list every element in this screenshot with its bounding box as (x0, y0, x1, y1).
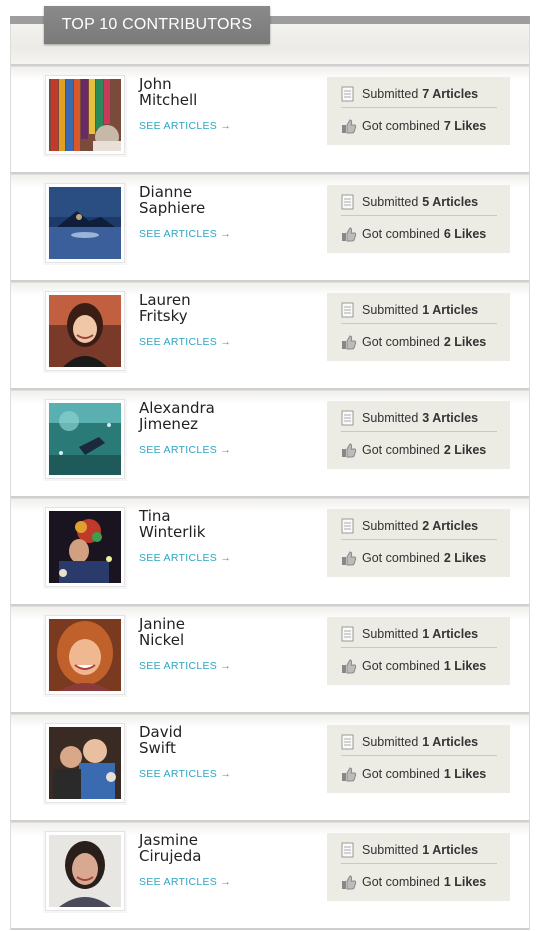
document-icon (341, 302, 357, 318)
contributors-panel: John Mitchell SEE ARTICLES → Submitted 7 … (10, 24, 530, 930)
articles-stat: Submitted 5 Articles (341, 189, 497, 216)
thumbs-up-icon (341, 658, 357, 674)
document-icon (341, 734, 357, 750)
document-icon (341, 518, 357, 534)
document-icon (341, 626, 357, 642)
avatar[interactable] (45, 291, 125, 371)
see-articles-link[interactable]: SEE ARTICLES → (139, 660, 231, 672)
document-icon (341, 410, 357, 426)
avatar[interactable] (45, 399, 125, 479)
contributor-name: Dianne Saphiere (139, 183, 206, 217)
see-articles-link[interactable]: SEE ARTICLES → (139, 768, 231, 780)
panel-bottom-border (11, 928, 529, 930)
thumbs-up-icon (341, 442, 357, 458)
articles-stat: Submitted 3 Articles (341, 405, 497, 432)
likes-stat: Got combined 6 Likes (341, 221, 497, 247)
articles-stat: Submitted 2 Articles (341, 513, 497, 540)
avatar[interactable] (45, 183, 125, 263)
contributor-stats: Submitted 1 Articles Got combined 1 Likes (327, 725, 510, 793)
contributor-stats: Submitted 2 Articles Got combined 2 Likes (327, 509, 510, 577)
thumbs-up-icon (341, 118, 357, 134)
contributor-row: David Swift SEE ARTICLES → Submitted 1 Ar… (11, 712, 529, 820)
likes-stat: Got combined 2 Likes (341, 545, 497, 571)
avatar[interactable] (45, 831, 125, 911)
contributor-row: Janine Nickel SEE ARTICLES → Submitted 1 … (11, 604, 529, 712)
articles-stat: Submitted 1 Articles (341, 837, 497, 864)
avatar[interactable] (45, 507, 125, 587)
likes-stat: Got combined 2 Likes (341, 329, 497, 355)
see-articles-link[interactable]: SEE ARTICLES → (139, 552, 231, 564)
thumbs-up-icon (341, 766, 357, 782)
contributor-row: Jasmine Cirujeda SEE ARTICLES → Submitte… (11, 820, 529, 928)
likes-stat: Got combined 1 Likes (341, 653, 497, 679)
articles-stat: Submitted 1 Articles (341, 621, 497, 648)
see-articles-link[interactable]: SEE ARTICLES → (139, 120, 231, 132)
contributor-stats: Submitted 7 Articles Got combined 7 Likes (327, 77, 510, 145)
see-articles-link[interactable]: SEE ARTICLES → (139, 876, 231, 888)
avatar[interactable] (45, 75, 125, 155)
document-icon (341, 86, 357, 102)
avatar[interactable] (45, 615, 125, 695)
contributor-name: Janine Nickel (139, 615, 186, 649)
contributor-name: Jasmine Cirujeda (139, 831, 202, 865)
contributor-stats: Submitted 1 Articles Got combined 1 Likes (327, 617, 510, 685)
thumbs-up-icon (341, 334, 357, 350)
see-articles-link[interactable]: SEE ARTICLES → (139, 228, 231, 240)
contributor-row: John Mitchell SEE ARTICLES → Submitted 7 … (11, 64, 529, 172)
contributor-row: Lauren Fritsky SEE ARTICLES → Submitted 1… (11, 280, 529, 388)
contributor-stats: Submitted 1 Articles Got combined 2 Likes (327, 293, 510, 361)
thumbs-up-icon (341, 226, 357, 242)
avatar[interactable] (45, 723, 125, 803)
contributor-stats: Submitted 1 Articles Got combined 1 Likes (327, 833, 510, 901)
contributor-row: Alexandra Jimenez SEE ARTICLES → Submitt… (11, 388, 529, 496)
likes-stat: Got combined 7 Likes (341, 113, 497, 139)
section-title: TOP 10 CONTRIBUTORS (44, 6, 270, 44)
likes-stat: Got combined 2 Likes (341, 437, 497, 463)
contributor-name: Lauren Fritsky (139, 291, 191, 325)
contributor-stats: Submitted 3 Articles Got combined 2 Likes (327, 401, 510, 469)
articles-stat: Submitted 1 Articles (341, 297, 497, 324)
articles-stat: Submitted 7 Articles (341, 81, 497, 108)
contributor-stats: Submitted 5 Articles Got combined 6 Likes (327, 185, 510, 253)
contributor-name: Tina Winterlik (139, 507, 206, 541)
contributor-name: John Mitchell (139, 75, 198, 109)
document-icon (341, 842, 357, 858)
articles-stat: Submitted 1 Articles (341, 729, 497, 756)
contributor-row: Tina Winterlik SEE ARTICLES → Submitted 2… (11, 496, 529, 604)
contributor-name: David Swift (139, 723, 183, 757)
see-articles-link[interactable]: SEE ARTICLES → (139, 444, 231, 456)
contributor-name: Alexandra Jimenez (139, 399, 215, 433)
likes-stat: Got combined 1 Likes (341, 761, 497, 787)
see-articles-link[interactable]: SEE ARTICLES → (139, 336, 231, 348)
likes-stat: Got combined 1 Likes (341, 869, 497, 895)
document-icon (341, 194, 357, 210)
thumbs-up-icon (341, 874, 357, 890)
contributor-row: Dianne Saphiere SEE ARTICLES → Submitted… (11, 172, 529, 280)
thumbs-up-icon (341, 550, 357, 566)
